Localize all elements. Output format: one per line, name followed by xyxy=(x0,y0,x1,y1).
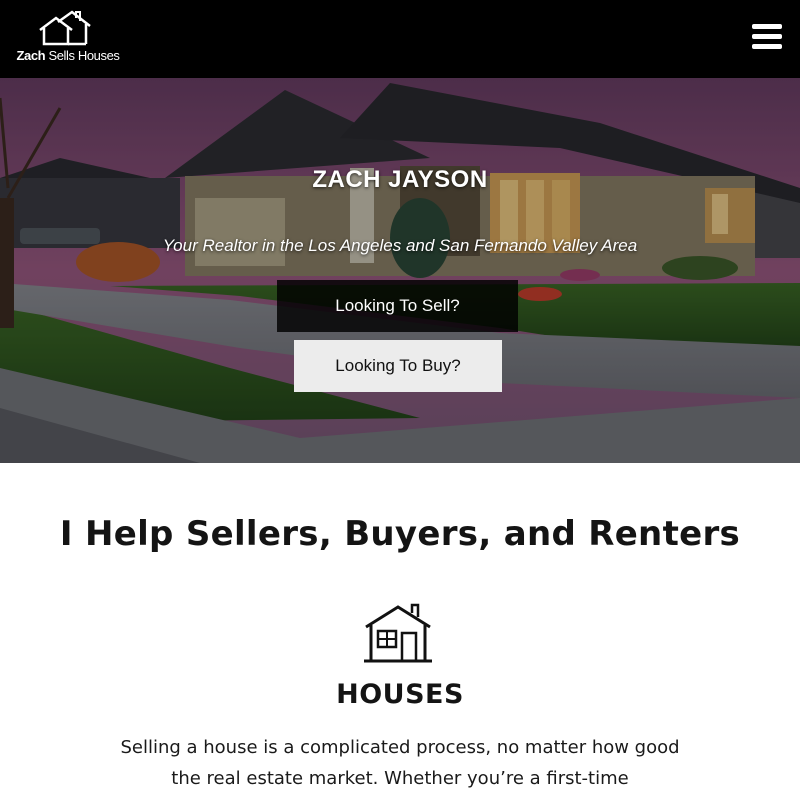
section-title: I Help Sellers, Buyers, and Renters xyxy=(59,514,741,554)
service-title: HOUSES xyxy=(336,679,464,710)
service-description: Selling a house is a complicated process… xyxy=(120,737,680,789)
logo-house-icon xyxy=(39,10,91,46)
hero-subtitle: Your Realtor in the Los Angeles and San … xyxy=(162,236,638,255)
hero-overlay xyxy=(0,78,800,463)
looking-to-buy-button[interactable]: Looking To Buy? xyxy=(294,340,502,392)
looking-to-sell-button[interactable]: Looking To Sell? xyxy=(277,280,518,332)
house-icon xyxy=(364,603,432,663)
hero-banner: ZACH JAYSON Your Realtor in the Los Ange… xyxy=(0,78,800,463)
hero-title: ZACH JAYSON xyxy=(312,166,488,193)
site-logo[interactable]: Zach Sells Houses xyxy=(10,10,122,66)
hamburger-menu-icon[interactable] xyxy=(752,22,784,50)
site-header: Zach Sells Houses xyxy=(0,0,800,78)
logo-text: Zach Sells Houses xyxy=(16,48,120,63)
